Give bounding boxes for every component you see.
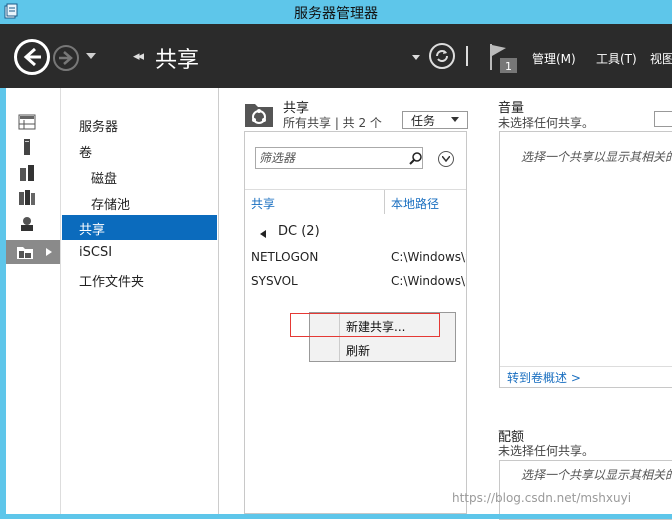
dashboard-icon[interactable] [18, 114, 36, 130]
selected-icon-row[interactable] [6, 240, 60, 264]
watermark: https://blog.csdn.net/mshxuyi [452, 491, 632, 505]
highlight-annotation-box [290, 313, 440, 337]
volume-panel [499, 131, 672, 388]
window-title: 服务器管理器 [294, 6, 378, 22]
shares-folder-icon [17, 247, 33, 259]
volume-panel-subtitle: 未选择任何共享。 [498, 116, 595, 130]
forward-button[interactable] [53, 45, 79, 71]
nav-item-storage-pools[interactable]: 存储池 [91, 194, 130, 213]
collapse-group-icon[interactable] [260, 230, 266, 238]
quota-panel-subtitle: 未选择任何共享。 [498, 444, 595, 458]
table-row-netlogon-path[interactable]: C:\Windows\SYSVOL [391, 250, 466, 264]
history-dropdown-icon[interactable] [86, 53, 96, 59]
all-servers-icon[interactable] [18, 165, 36, 181]
menu-manage[interactable]: 管理(M) [532, 50, 576, 67]
nav-item-iscsi[interactable]: iSCSI [79, 245, 112, 260]
volume-empty-message: 选择一个共享以显示其相关的卷 [521, 150, 672, 164]
chevron-down-icon[interactable] [412, 55, 420, 60]
column-header-local-path[interactable]: 本地路径 [391, 195, 439, 212]
notification-count: 1 [505, 60, 512, 73]
table-row-sysvol-path[interactable]: C:\Windows\SYSVOL [391, 274, 466, 288]
table-row-netlogon-name[interactable]: NETLOGON [251, 250, 318, 264]
chevron-down-icon [442, 156, 450, 162]
arrow-left-icon [17, 42, 47, 72]
expand-filter-button[interactable] [438, 151, 454, 167]
back-button[interactable] [14, 39, 50, 75]
table-row-sysvol-name[interactable]: SYSVOL [251, 274, 298, 288]
nav-item-volumes[interactable]: 卷 [79, 142, 92, 161]
column-separator[interactable] [384, 190, 385, 214]
file-services-nav: 服务器 卷 磁盘 存储池 [61, 88, 219, 514]
go-to-volumes-link[interactable]: 转到卷概述 > [507, 369, 581, 386]
ad-domain-icon[interactable] [18, 216, 36, 232]
nav-item-work-folders[interactable]: 工作文件夹 [79, 271, 144, 290]
refresh-button[interactable] [429, 43, 455, 69]
refresh-icon [436, 50, 448, 62]
menu-view[interactable]: 视图 [650, 50, 672, 67]
column-header-divider [245, 189, 466, 190]
nav-item-shares[interactable]: 共享 [62, 215, 217, 240]
search-icon[interactable] [409, 151, 423, 165]
page-title: 共享 [155, 48, 200, 73]
breadcrumb-separator: ◂◂ [133, 49, 144, 64]
nav-item-shares-label: 共享 [79, 223, 106, 238]
chevron-right-icon [46, 248, 52, 256]
file-storage-icon[interactable] [18, 190, 36, 206]
local-server-icon[interactable] [18, 139, 36, 155]
column-header-share[interactable]: 共享 [251, 195, 275, 212]
nav-item-disks[interactable]: 磁盘 [91, 168, 117, 187]
navigation-bar: ◂◂ 共享 1 管理(M) 工具(T) 视图 [0, 24, 672, 88]
volume-link-divider [500, 366, 672, 367]
volume-tasks-dropdown[interactable] [654, 111, 672, 127]
tasks-dropdown[interactable]: 任务 [402, 111, 468, 129]
window-frame-bottom [0, 514, 672, 519]
quota-empty-message: 选择一个共享以显示其相关的配额 [521, 468, 672, 482]
arrow-right-icon [59, 51, 73, 65]
filter-field[interactable] [255, 147, 423, 169]
nav-item-servers[interactable]: 服务器 [79, 116, 118, 135]
group-header: DC (2) [278, 224, 320, 239]
role-icon-column [6, 88, 61, 514]
shares-panel-subtitle: 所有共享 | 共 2 个 [283, 116, 382, 130]
tasks-label: 任务 [411, 114, 436, 128]
toolbar-divider [466, 46, 468, 66]
menu-item-refresh[interactable]: 刷新 [346, 342, 370, 359]
notifications-flag-icon[interactable]: 1 [488, 42, 520, 74]
filter-input[interactable] [259, 150, 399, 166]
shares-tile-icon [245, 104, 273, 127]
menu-tools[interactable]: 工具(T) [596, 50, 637, 67]
chevron-down-icon [451, 117, 459, 122]
